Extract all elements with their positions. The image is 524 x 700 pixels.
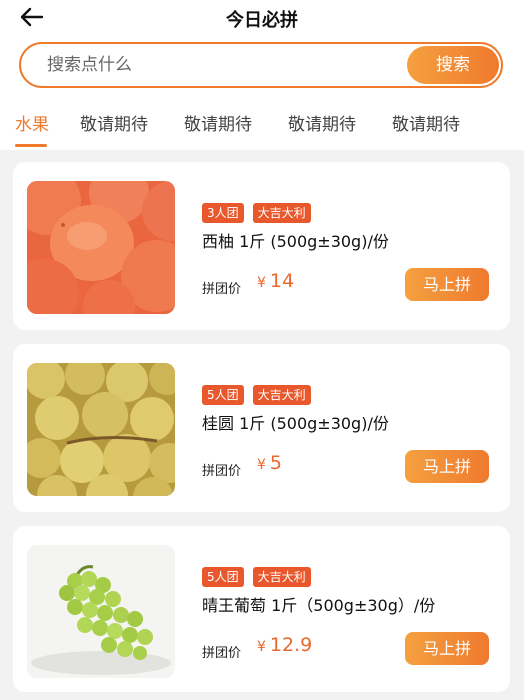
currency-symbol: ¥ [257,275,266,291]
search-button[interactable]: 搜索 [407,46,499,84]
product-name: 西柚 1斤 (500g±30g)/份 [202,232,389,251]
currency-symbol: ¥ [257,639,266,655]
page-title: 今日必拼 [226,10,298,31]
price-label: 拼团价 [202,646,242,661]
tab-fruit[interactable]: 水果 [15,110,49,144]
group-size-badge: 5人团 [202,385,244,405]
tab-coming-soon-1[interactable]: 敬请期待 [80,110,148,144]
search-input[interactable]: 搜索点什么 [47,44,132,86]
badge-group: 3人团 大吉大利 [202,203,311,223]
search-bar: 搜索点什么 搜索 [19,42,503,88]
category-tabs: 水果 敬请期待 敬请期待 敬请期待 敬请期待 [0,110,524,150]
product-image-longan [27,363,175,496]
top-bar: 今日必拼 搜索点什么 搜索 水果 敬请期待 敬请期待 敬请期待 敬请期待 [0,0,524,150]
product-card[interactable]: 3人团 大吉大利 西柚 1斤 (500g±30g)/份 拼团价 ¥14 马上拼 [13,162,510,330]
tab-coming-soon-2[interactable]: 敬请期待 [184,110,252,144]
tab-coming-soon-4[interactable]: 敬请期待 [392,110,460,144]
product-name: 晴王葡萄 1斤（500g±30g）/份 [202,596,436,615]
active-tab-indicator [15,144,47,147]
price: ¥12.9 [257,634,312,656]
badge-group: 5人团 大吉大利 [202,385,311,405]
promo-badge: 大吉大利 [252,385,311,405]
promo-badge: 大吉大利 [252,567,311,587]
price-label: 拼团价 [202,464,242,479]
product-card[interactable]: 5人团 大吉大利 桂圆 1斤 (500g±30g)/份 拼团价 ¥5 马上拼 [13,344,510,512]
badge-group: 5人团 大吉大利 [202,567,311,587]
currency-symbol: ¥ [257,457,266,473]
price: ¥5 [257,452,282,474]
price-value: 14 [269,270,295,292]
price-label: 拼团价 [202,282,242,297]
price-value: 5 [269,452,283,474]
price: ¥14 [257,270,294,292]
product-name: 桂圆 1斤 (500g±30g)/份 [202,414,389,433]
product-image-grapes [27,545,175,678]
join-group-button[interactable]: 马上拼 [405,632,489,665]
price-value: 12.9 [269,634,313,656]
join-group-button[interactable]: 马上拼 [405,450,489,483]
promo-badge: 大吉大利 [252,203,311,223]
group-size-badge: 5人团 [202,567,244,587]
product-image-grapefruit [27,181,175,314]
tab-coming-soon-3[interactable]: 敬请期待 [288,110,356,144]
join-group-button[interactable]: 马上拼 [405,268,489,301]
group-size-badge: 3人团 [202,203,244,223]
product-card[interactable]: 5人团 大吉大利 晴王葡萄 1斤（500g±30g）/份 拼团价 ¥12.9 马… [13,526,510,692]
